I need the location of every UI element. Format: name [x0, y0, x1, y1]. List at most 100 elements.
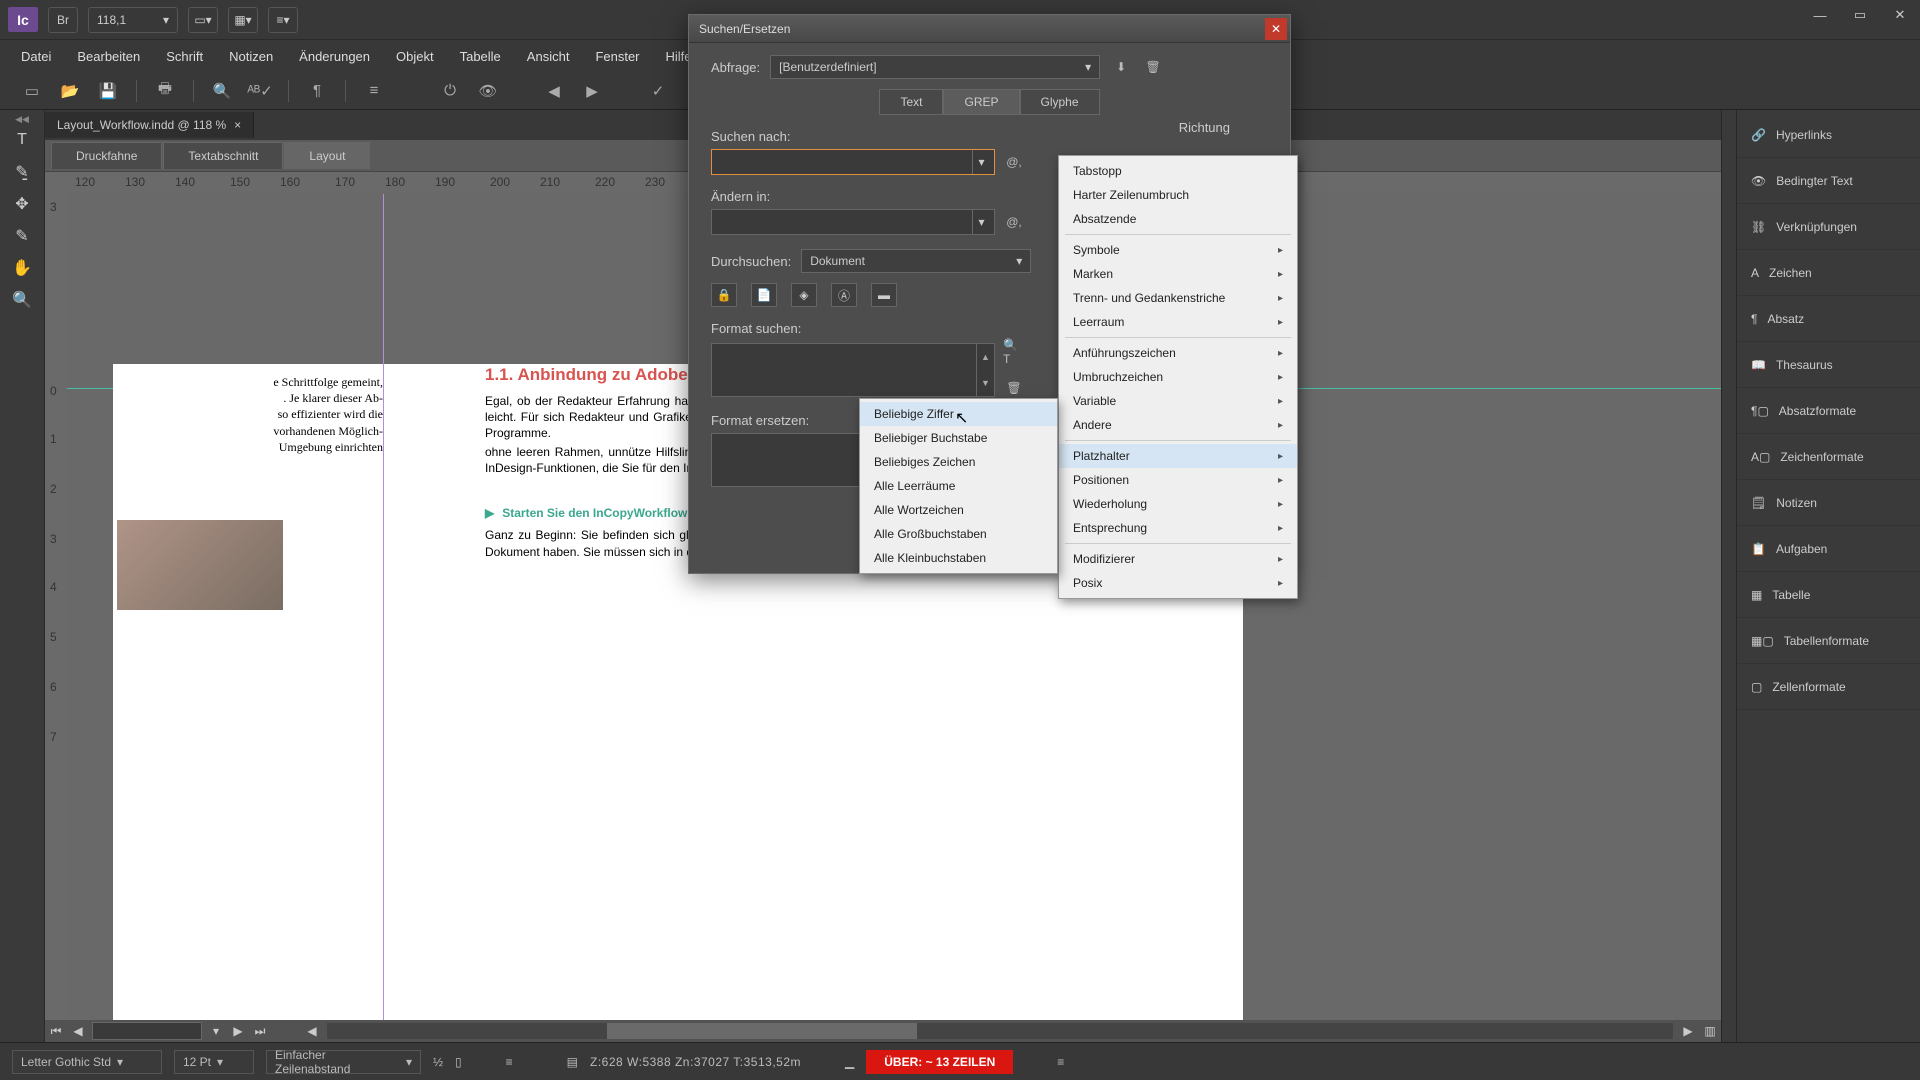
- panel-thesaurus[interactable]: 📖Thesaurus: [1737, 342, 1920, 388]
- delete-query-icon[interactable]: 🗑: [1142, 56, 1164, 78]
- menu-icon[interactable]: ≡: [1057, 1055, 1064, 1069]
- open-icon[interactable]: 📂: [56, 77, 84, 105]
- clear-format-icon[interactable]: 🗑: [1003, 377, 1025, 399]
- menu-datei[interactable]: Datei: [8, 43, 64, 70]
- position-tool-icon[interactable]: ✥: [4, 190, 40, 218]
- menu-item[interactable]: Modifizierer: [1059, 547, 1297, 571]
- panel-verknuepfungen[interactable]: ⛓Verknüpfungen: [1737, 204, 1920, 250]
- menu-bearbeiten[interactable]: Bearbeiten: [64, 43, 153, 70]
- menu-item[interactable]: Posix: [1059, 571, 1297, 595]
- hand-tool-icon[interactable]: ✋: [4, 254, 40, 282]
- menu-fenster[interactable]: Fenster: [582, 43, 652, 70]
- menu-item[interactable]: Anführungszeichen: [1059, 341, 1297, 365]
- format-suchen-box[interactable]: ▲▼: [711, 343, 995, 397]
- master-pages-icon[interactable]: Ⓐ: [831, 283, 857, 307]
- text-tool-icon[interactable]: T: [4, 126, 40, 154]
- menu-item[interactable]: Leerraum: [1059, 310, 1297, 334]
- menu-notizen[interactable]: Notizen: [216, 43, 286, 70]
- open-dropdown-button[interactable]: ▾: [205, 1020, 227, 1042]
- scroll-left-button[interactable]: ◀: [301, 1020, 323, 1042]
- last-page-button[interactable]: ⏭: [249, 1020, 271, 1042]
- menu-item[interactable]: Platzhalter: [1059, 444, 1297, 468]
- special-chars-button[interactable]: @,: [1003, 211, 1025, 233]
- accept-icon[interactable]: ✓: [644, 77, 672, 105]
- submenu-item[interactable]: Alle Großbuchstaben: [860, 522, 1057, 546]
- dialog-close-button[interactable]: ✕: [1265, 18, 1287, 40]
- submenu-item[interactable]: Beliebiger Buchstabe: [860, 426, 1057, 450]
- submenu-item[interactable]: Beliebiges Zeichen: [860, 450, 1057, 474]
- panel-collapse-strip[interactable]: [1721, 110, 1736, 1042]
- document-tab[interactable]: Layout_Workflow.indd @ 118 %×: [45, 112, 254, 138]
- spellcheck-icon[interactable]: ᴬᴮ✓: [246, 77, 274, 105]
- horizontal-scrollbar[interactable]: [327, 1023, 1673, 1039]
- first-page-button[interactable]: ⏮: [45, 1020, 67, 1042]
- font-family-select[interactable]: Letter Gothic Std▾: [12, 1050, 162, 1074]
- restore-button[interactable]: ▭: [1840, 0, 1880, 30]
- menu-item[interactable]: Wiederholung: [1059, 492, 1297, 516]
- pilcrow-icon[interactable]: ¶: [303, 77, 331, 105]
- chevron-down-icon[interactable]: ▾: [972, 150, 990, 174]
- page-number-field[interactable]: [92, 1022, 202, 1040]
- eyedropper-tool-icon[interactable]: ✎: [4, 222, 40, 250]
- panel-aufgaben[interactable]: 📋Aufgaben: [1737, 526, 1920, 572]
- menu-item[interactable]: Absatzende: [1059, 207, 1297, 231]
- menu-schrift[interactable]: Schrift: [153, 43, 216, 70]
- menu-ansicht[interactable]: Ansicht: [514, 43, 583, 70]
- special-chars-button[interactable]: @,: [1003, 151, 1025, 173]
- tab-layout[interactable]: Layout: [284, 142, 370, 169]
- close-window-button[interactable]: ✕: [1880, 0, 1920, 30]
- zoom-level-field[interactable]: 118,1▾: [88, 7, 178, 33]
- menu-item[interactable]: Umbruchzeichen: [1059, 365, 1297, 389]
- tab-textabschnitt[interactable]: Textabschnitt: [163, 142, 283, 169]
- panel-zellenformate[interactable]: ▢Zellenformate: [1737, 664, 1920, 710]
- panel-bedingter-text[interactable]: 👁Bedingter Text: [1737, 158, 1920, 204]
- panel-hyperlinks[interactable]: 🔗Hyperlinks: [1737, 112, 1920, 158]
- menu-item[interactable]: Andere: [1059, 413, 1297, 437]
- aendern-in-input[interactable]: ▾: [711, 209, 995, 235]
- submenu-item[interactable]: Alle Leerräume: [860, 474, 1057, 498]
- menu-item[interactable]: Positionen: [1059, 468, 1297, 492]
- prev-page-button[interactable]: ◀: [67, 1020, 89, 1042]
- tab-grep[interactable]: GREP: [943, 89, 1019, 115]
- arrow-up-icon[interactable]: ▲: [977, 344, 994, 370]
- zoom-tool-icon[interactable]: 🔍: [4, 286, 40, 314]
- new-icon[interactable]: ▭: [18, 77, 46, 105]
- font-size-select[interactable]: 12 Pt▾: [174, 1050, 254, 1074]
- tab-druckfahne[interactable]: Druckfahne: [51, 142, 162, 169]
- note-tool-icon[interactable]: ✎̱: [4, 158, 40, 186]
- menu-item[interactable]: Trenn- und Gedankenstriche: [1059, 286, 1297, 310]
- panel-absatz[interactable]: ¶Absatz: [1737, 296, 1920, 342]
- menu-item[interactable]: Harter Zeilenumbruch: [1059, 183, 1297, 207]
- suchen-nach-input[interactable]: ▾: [711, 149, 995, 175]
- line-spacing-select[interactable]: Einfacher Zeilenabstand▾: [266, 1050, 421, 1074]
- panel-zeichen[interactable]: AZeichen: [1737, 250, 1920, 296]
- next-page-button[interactable]: ▶: [227, 1020, 249, 1042]
- durchsuchen-select[interactable]: Dokument▾: [801, 249, 1031, 273]
- view-options-button[interactable]: ≡▾: [268, 7, 298, 33]
- notes-icon[interactable]: ≡: [360, 77, 388, 105]
- scroll-right-button[interactable]: ▶: [1677, 1020, 1699, 1042]
- footnotes-icon[interactable]: ▬: [871, 283, 897, 307]
- submenu-item[interactable]: Alle Wortzeichen: [860, 498, 1057, 522]
- chevron-down-icon[interactable]: ▾: [972, 210, 990, 234]
- panel-notizen[interactable]: 🗒Notizen: [1737, 480, 1920, 526]
- split-view-button[interactable]: ▥: [1699, 1020, 1721, 1042]
- power-icon[interactable]: ⏻: [436, 77, 464, 105]
- arrow-down-icon[interactable]: ▼: [977, 370, 994, 396]
- close-tab-icon[interactable]: ×: [234, 118, 241, 132]
- menu-item[interactable]: Entsprechung: [1059, 516, 1297, 540]
- hidden-layers-icon[interactable]: ◈: [791, 283, 817, 307]
- scrollbar-thumb[interactable]: [607, 1023, 917, 1039]
- print-icon[interactable]: 🖶: [151, 77, 179, 105]
- save-icon[interactable]: 💾: [94, 77, 122, 105]
- locked-layers-icon[interactable]: 🔒: [711, 283, 737, 307]
- minimize-button[interactable]: —: [1800, 0, 1840, 30]
- eye-icon[interactable]: 👁: [474, 77, 502, 105]
- menu-item[interactable]: Marken: [1059, 262, 1297, 286]
- collapse-icon[interactable]: ◀◀: [0, 114, 44, 122]
- prev-icon[interactable]: ◀: [540, 77, 568, 105]
- panel-tabellenformate[interactable]: ▦▢Tabellenformate: [1737, 618, 1920, 664]
- save-query-icon[interactable]: ⬇︎: [1110, 56, 1132, 78]
- specify-format-icon[interactable]: 🔍T: [1003, 341, 1025, 363]
- panel-tabelle[interactable]: ▦Tabelle: [1737, 572, 1920, 618]
